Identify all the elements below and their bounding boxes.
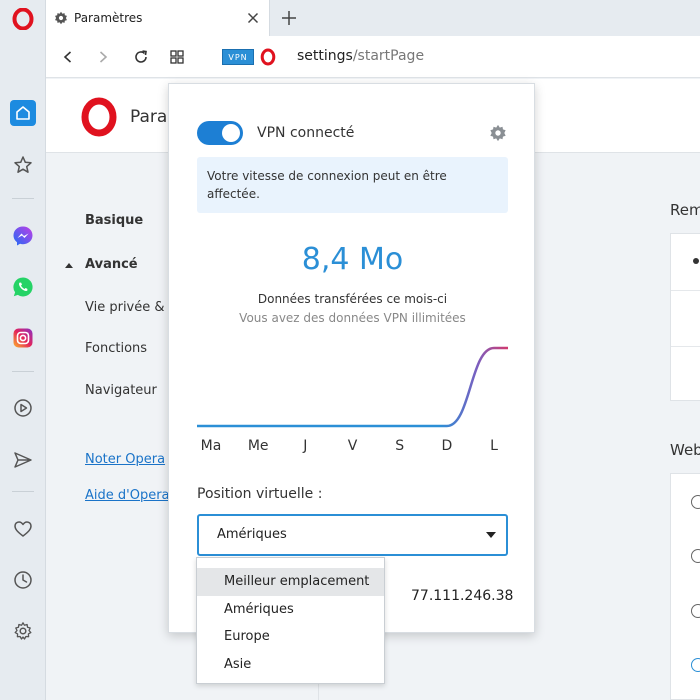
settings-card bbox=[670, 233, 700, 401]
toggle-knob bbox=[222, 124, 240, 142]
radio-button[interactable] bbox=[691, 549, 700, 563]
star-icon bbox=[14, 156, 32, 173]
whatsapp-button[interactable] bbox=[10, 274, 36, 300]
vpn-usage-chart: Ma Me J V S D L bbox=[197, 346, 508, 454]
location-option[interactable]: Meilleur emplacement bbox=[197, 568, 384, 596]
messenger-icon bbox=[13, 226, 33, 246]
url-path: /startPage bbox=[352, 48, 425, 64]
sidebar-divider bbox=[12, 491, 34, 492]
sidebar-divider bbox=[12, 198, 34, 199]
radio-button[interactable] bbox=[691, 495, 700, 509]
chart-x-tick-label: Me bbox=[248, 438, 269, 454]
section-title-right-1: Rem bbox=[670, 201, 700, 219]
gear-icon bbox=[14, 622, 32, 640]
opera-logo-icon bbox=[12, 8, 34, 30]
vpn-unlimited-label: Vous avez des données VPN illimitées bbox=[239, 311, 466, 325]
gear-icon[interactable] bbox=[489, 124, 507, 142]
chart-series-line bbox=[197, 346, 508, 428]
gear-icon bbox=[55, 11, 67, 25]
section-title-right-2: Web bbox=[670, 441, 700, 459]
instagram-icon bbox=[13, 328, 33, 348]
vpn-popup: VPN connecté Votre vitesse de connexion … bbox=[168, 83, 535, 633]
sidebar bbox=[0, 0, 46, 700]
nav-browser[interactable]: Navigateur bbox=[85, 383, 157, 398]
address-bar: VPN settings/startPage bbox=[46, 36, 700, 78]
player-button[interactable] bbox=[10, 395, 36, 421]
nav-privacy[interactable]: Vie privée & bbox=[85, 300, 165, 315]
chart-x-tick-label: J bbox=[302, 438, 307, 454]
chart-x-tick-label: V bbox=[348, 438, 358, 454]
tab-overview-button[interactable] bbox=[167, 47, 187, 67]
virtual-position-label: Position virtuelle : bbox=[197, 486, 323, 502]
tab-settings[interactable]: Paramètres bbox=[46, 0, 270, 36]
vpn-transferred-label: Données transférées ce mois-ci bbox=[257, 292, 448, 306]
url-field[interactable]: settings/startPage bbox=[297, 48, 424, 64]
vpn-ip-address: 77.111.246.38 bbox=[411, 588, 514, 604]
list-bullet-icon bbox=[693, 258, 699, 264]
vpn-badge-button[interactable]: VPN bbox=[222, 49, 254, 65]
rate-opera-link[interactable]: Noter Opera bbox=[85, 452, 165, 467]
home-icon bbox=[16, 106, 30, 120]
history-button[interactable] bbox=[10, 567, 36, 593]
page-title: Para bbox=[130, 107, 168, 127]
location-option[interactable]: Europe bbox=[197, 623, 384, 651]
grid-icon bbox=[170, 50, 184, 64]
location-option[interactable]: Amériques bbox=[197, 596, 384, 624]
forward-button[interactable] bbox=[93, 47, 113, 67]
opera-logo-icon bbox=[260, 48, 276, 66]
vpn-status: VPN connecté bbox=[257, 125, 355, 141]
send-icon bbox=[14, 452, 32, 468]
reload-icon bbox=[135, 50, 147, 63]
nav-features[interactable]: Fonctions bbox=[85, 341, 147, 356]
vpn-data-amount: 8,4 Mo bbox=[301, 242, 404, 277]
clock-icon bbox=[14, 571, 32, 589]
messenger-button[interactable] bbox=[10, 223, 36, 249]
chart-x-tick-label: L bbox=[490, 438, 498, 454]
nav-basic[interactable]: Basique bbox=[85, 213, 143, 228]
new-tab-button[interactable] bbox=[280, 9, 298, 27]
tab-title: Paramètres bbox=[74, 11, 143, 25]
heart-icon bbox=[14, 521, 32, 537]
nav-advanced[interactable]: Avancé bbox=[85, 257, 138, 272]
instagram-button[interactable] bbox=[10, 325, 36, 351]
whatsapp-icon bbox=[13, 277, 33, 297]
location-dropdown-list: Meilleur emplacement Amériques Europe As… bbox=[196, 557, 385, 684]
arrow-left-icon bbox=[63, 51, 72, 63]
radio-button[interactable] bbox=[691, 604, 700, 618]
settings-card bbox=[670, 473, 700, 700]
speed-dial-button[interactable] bbox=[10, 152, 36, 178]
bookmarks-button[interactable] bbox=[10, 516, 36, 542]
location-select[interactable]: Amériques bbox=[197, 514, 508, 556]
vpn-info-box: Votre vitesse de connexion peut en être … bbox=[197, 157, 508, 213]
chart-x-tick-label: S bbox=[395, 438, 404, 454]
back-button[interactable] bbox=[58, 47, 78, 67]
location-select-value: Amériques bbox=[217, 527, 287, 542]
play-circle-icon bbox=[14, 399, 32, 417]
arrow-right-icon bbox=[99, 51, 108, 63]
opera-logo-icon bbox=[81, 97, 117, 137]
sidebar-divider bbox=[12, 371, 34, 372]
plus-icon bbox=[282, 11, 296, 25]
opera-help-link[interactable]: Aide d'Opera bbox=[85, 488, 170, 503]
settings-button[interactable] bbox=[10, 618, 36, 644]
tab-strip: Paramètres bbox=[46, 0, 700, 36]
home-button[interactable] bbox=[10, 100, 36, 126]
caret-up-icon bbox=[65, 263, 73, 268]
my-flow-button[interactable] bbox=[10, 447, 36, 473]
vpn-toggle[interactable] bbox=[197, 121, 243, 145]
location-option[interactable]: Asie bbox=[197, 651, 384, 679]
chevron-down-icon bbox=[486, 532, 496, 538]
url-host: settings bbox=[297, 48, 353, 64]
radio-button-selected[interactable] bbox=[691, 658, 700, 672]
chart-x-tick-label: Ma bbox=[201, 438, 222, 454]
close-icon[interactable] bbox=[245, 10, 261, 26]
opera-menu-button[interactable] bbox=[10, 6, 36, 32]
reload-button[interactable] bbox=[131, 47, 151, 67]
chart-x-tick-label: D bbox=[441, 438, 452, 454]
